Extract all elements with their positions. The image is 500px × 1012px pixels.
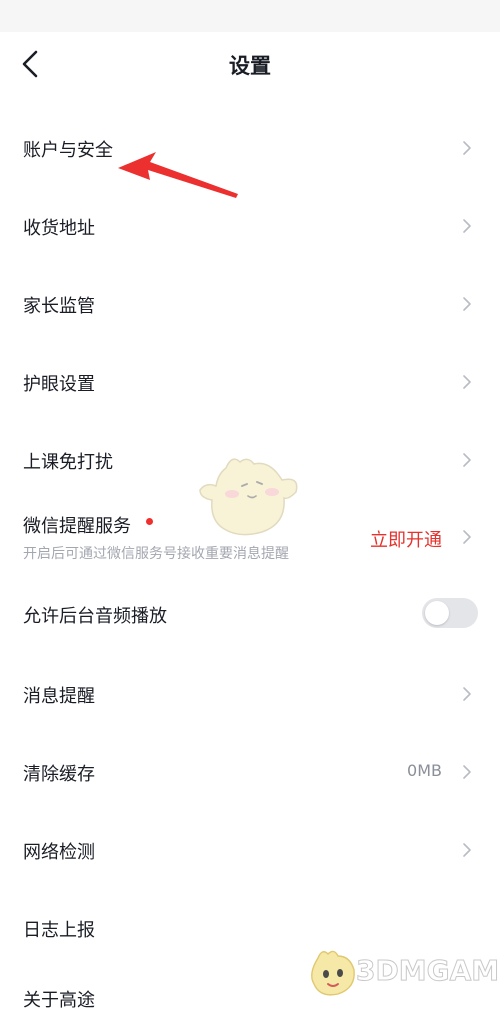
watermark-text: 3DMGAME xyxy=(355,954,500,988)
row-shipping-address[interactable]: 收货地址 xyxy=(0,186,500,264)
chevron-right-icon xyxy=(462,374,472,390)
chevron-right-icon xyxy=(462,296,472,312)
watermark-mascot-icon xyxy=(311,950,355,996)
row-label: 日志上报 xyxy=(23,920,95,941)
chevron-right-icon xyxy=(462,842,472,858)
row-label: 消息提醒 xyxy=(23,686,95,707)
row-eye-protection[interactable]: 护眼设置 xyxy=(0,342,500,420)
row-label: 收货地址 xyxy=(23,218,95,239)
row-parental-control[interactable]: 家长监管 xyxy=(0,264,500,342)
watermark-logo: 3DMGAME xyxy=(304,944,500,1000)
row-label: 允许后台音频播放 xyxy=(23,606,167,627)
row-background-audio: 允许后台音频播放 xyxy=(0,576,500,654)
cache-size-value: 0MB xyxy=(407,761,442,780)
row-message-reminder[interactable]: 消息提醒 xyxy=(0,654,500,732)
row-label: 微信提醒服务 xyxy=(23,516,131,537)
chevron-right-icon xyxy=(462,764,472,780)
notification-dot xyxy=(146,518,153,525)
chevron-right-icon xyxy=(462,218,472,234)
toggle-knob xyxy=(425,601,449,625)
activate-now-link[interactable]: 立即开通 xyxy=(370,526,442,552)
background-audio-toggle[interactable] xyxy=(422,598,478,628)
row-subtitle: 开启后可通过微信服务号接收重要消息提醒 xyxy=(23,546,289,562)
red-arrow-annotation xyxy=(118,152,238,198)
page-title: 设置 xyxy=(229,54,271,78)
row-network-check[interactable]: 网络检测 xyxy=(0,810,500,888)
chevron-right-icon xyxy=(462,140,472,156)
row-label: 网络检测 xyxy=(23,842,95,863)
mascot-illustration xyxy=(199,458,298,536)
chevron-right-icon xyxy=(462,452,472,468)
row-label: 账户与安全 xyxy=(23,140,113,161)
row-label: 上课免打扰 xyxy=(23,452,113,473)
status-bar-strip xyxy=(0,0,500,32)
row-clear-cache[interactable]: 清除缓存 0MB xyxy=(0,732,500,810)
row-label: 家长监管 xyxy=(23,296,95,317)
chevron-right-icon xyxy=(462,529,472,545)
row-label: 清除缓存 xyxy=(23,764,95,785)
row-label: 关于高途 xyxy=(23,990,95,1011)
row-label: 护眼设置 xyxy=(23,374,95,395)
nav-bar: 设置 xyxy=(0,32,500,96)
chevron-right-icon xyxy=(462,686,472,702)
row-account-security[interactable]: 账户与安全 xyxy=(0,108,500,186)
